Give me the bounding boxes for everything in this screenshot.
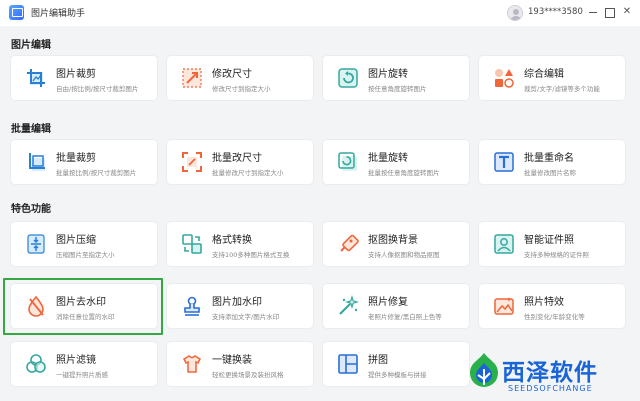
card-photo-filter[interactable]: 照片滤镜 一键提升照片质感 [11, 342, 157, 386]
card-title: 批量裁剪 [56, 153, 96, 164]
card-resize[interactable]: 修改尺寸 修改尺寸到指定大小 [167, 56, 313, 100]
card-desc: 批量修改尺寸到指定大小 [212, 169, 284, 177]
card-photo-repair[interactable]: 照片修复 老照片修复/黑白照上色等 [323, 284, 469, 328]
card-title: 批量重命名 [524, 153, 574, 164]
card-title: 格式转换 [212, 235, 252, 246]
avatar[interactable] [507, 5, 523, 21]
card-title: 批量旋转 [368, 153, 408, 164]
card-title: 智能证件照 [524, 235, 574, 246]
card-title: 图片压缩 [56, 235, 96, 246]
card-cutout-background[interactable]: 抠图换背景 支持人像抠图和物品抠图 [323, 222, 469, 266]
card-collage[interactable]: 拼图 提供多种模板与拼接 [323, 342, 469, 386]
card-title: 拼图 [368, 355, 388, 366]
batch-rotate-icon [338, 152, 357, 171]
account-name[interactable]: 193****3580 [528, 7, 583, 17]
filter-icon [26, 354, 46, 373]
card-desc: 修改尺寸到指定大小 [212, 85, 271, 93]
card-desc: 支持100多种图片格式互换 [212, 251, 290, 259]
card-desc: 提供多种模板与拼接 [368, 371, 427, 379]
card-batch-resize[interactable]: 批量改尺寸 批量修改尺寸到指定大小 [167, 140, 313, 184]
card-desc: 按任意角度旋转图片 [368, 85, 427, 93]
rotate-icon [338, 68, 358, 88]
app-title: 图片编辑助手 [31, 9, 86, 19]
outfit-icon [183, 355, 201, 373]
card-desc: 支持多种规格的证件照 [524, 251, 589, 259]
card-desc: 批量按比例/按尺寸裁剪图片 [56, 169, 137, 177]
resize-icon [182, 68, 202, 88]
card-compress[interactable]: 图片压缩 压缩图片至指定大小 [11, 222, 157, 266]
card-title: 照片修复 [368, 297, 408, 308]
card-add-watermark[interactable]: 图片加水印 支持添加文字/图片水印 [167, 284, 313, 328]
maximize-icon[interactable] [601, 4, 617, 20]
card-title: 图片旋转 [368, 69, 408, 80]
watermark-subtext: SEEDSOFCHANGE [508, 384, 593, 393]
card-title: 一键换装 [212, 355, 252, 366]
compress-icon [27, 234, 45, 254]
crop-icon [27, 69, 45, 87]
card-batch-rename[interactable]: 批量重命名 批量修改图片名称 [479, 140, 625, 184]
card-desc: 批量修改图片名称 [524, 169, 576, 177]
card-desc: 裁剪/文字/滤镜等多个功能 [524, 85, 600, 93]
title-bar: 图片编辑助手 193****3580 ✕ [0, 0, 640, 26]
card-title: 图片加水印 [212, 297, 262, 308]
card-rotate[interactable]: 图片旋转 按任意角度旋转图片 [323, 56, 469, 100]
card-desc: 一键提升照片质感 [56, 371, 108, 379]
card-title: 综合编辑 [524, 69, 564, 80]
card-image-crop[interactable]: 图片裁剪 自由/按比例/按尺寸裁剪图片 [11, 56, 157, 100]
card-photo-effects[interactable]: 照片特效 性别变化/年龄变化等 [479, 284, 625, 328]
card-desc: 轻松更换场景及装扮风格 [212, 371, 284, 379]
app-logo-icon [9, 5, 24, 20]
card-title: 批量改尺寸 [212, 153, 262, 164]
card-title: 抠图换背景 [368, 235, 418, 246]
card-outfit-change[interactable]: 一键换装 轻松更换场景及装扮风格 [167, 342, 313, 386]
card-title: 照片滤镜 [56, 355, 96, 366]
effects-icon [494, 297, 514, 315]
selection-highlight [3, 278, 163, 335]
section-title-features: 特色功能 [11, 204, 51, 215]
card-desc: 自由/按比例/按尺寸裁剪图片 [56, 85, 139, 93]
card-desc: 压缩图片至指定大小 [56, 251, 115, 259]
shapes-icon [495, 69, 514, 88]
watermark-logo-icon [470, 353, 498, 387]
cutout-icon [340, 234, 359, 252]
rename-icon [494, 152, 514, 172]
watermark-text: 西泽软件 [502, 360, 598, 386]
convert-icon [182, 234, 202, 254]
card-desc: 支持添加文字/图片水印 [212, 313, 280, 321]
card-comprehensive-edit[interactable]: 综合编辑 裁剪/文字/滤镜等多个功能 [479, 56, 625, 100]
card-desc: 性别变化/年龄变化等 [524, 313, 585, 321]
minimize-icon[interactable] [585, 4, 601, 20]
card-format-convert[interactable]: 格式转换 支持100多种图片格式互换 [167, 222, 313, 266]
section-title-batch-edit: 批量编辑 [11, 124, 51, 135]
card-desc: 老照片修复/黑白照上色等 [368, 313, 442, 321]
section-title-image-edit: 图片编辑 [11, 40, 51, 51]
card-title: 照片特效 [524, 297, 564, 308]
card-desc: 支持人像抠图和物品抠图 [368, 251, 440, 259]
card-id-photo[interactable]: 智能证件照 支持多种规格的证件照 [479, 222, 625, 266]
card-batch-rotate[interactable]: 批量旋转 批量按任意角度旋转图片 [323, 140, 469, 184]
card-batch-crop[interactable]: 批量裁剪 批量按比例/按尺寸裁剪图片 [11, 140, 157, 184]
batch-resize-icon [182, 152, 202, 172]
magic-wand-icon [339, 295, 359, 315]
watermark: 西泽软件 SEEDSOFCHANGE [460, 350, 640, 401]
id-photo-icon [494, 234, 514, 254]
batch-crop-icon [29, 153, 45, 171]
card-desc: 批量按任意角度旋转图片 [368, 169, 440, 177]
add-watermark-icon [184, 296, 200, 316]
close-icon[interactable]: ✕ [619, 4, 635, 20]
card-title: 图片裁剪 [56, 69, 96, 80]
card-title: 修改尺寸 [212, 69, 252, 80]
collage-icon [338, 354, 358, 374]
